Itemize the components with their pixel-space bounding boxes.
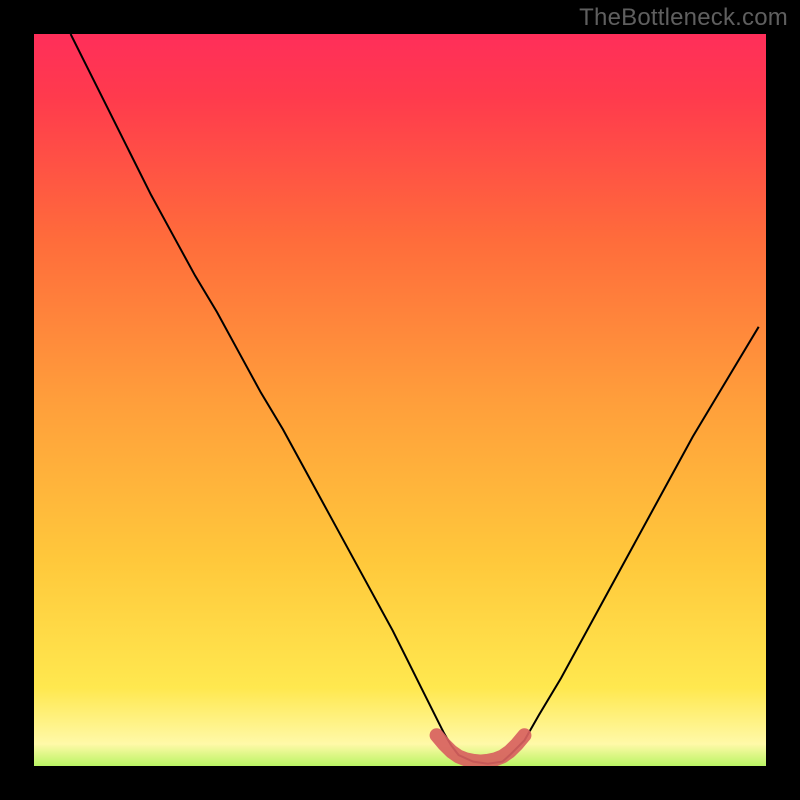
- watermark-text: TheBottleneck.com: [579, 4, 788, 32]
- chart-frame: TheBottleneck.com: [0, 0, 800, 800]
- bottleneck-chart: [0, 0, 800, 800]
- chart-gradient-background: [34, 34, 766, 766]
